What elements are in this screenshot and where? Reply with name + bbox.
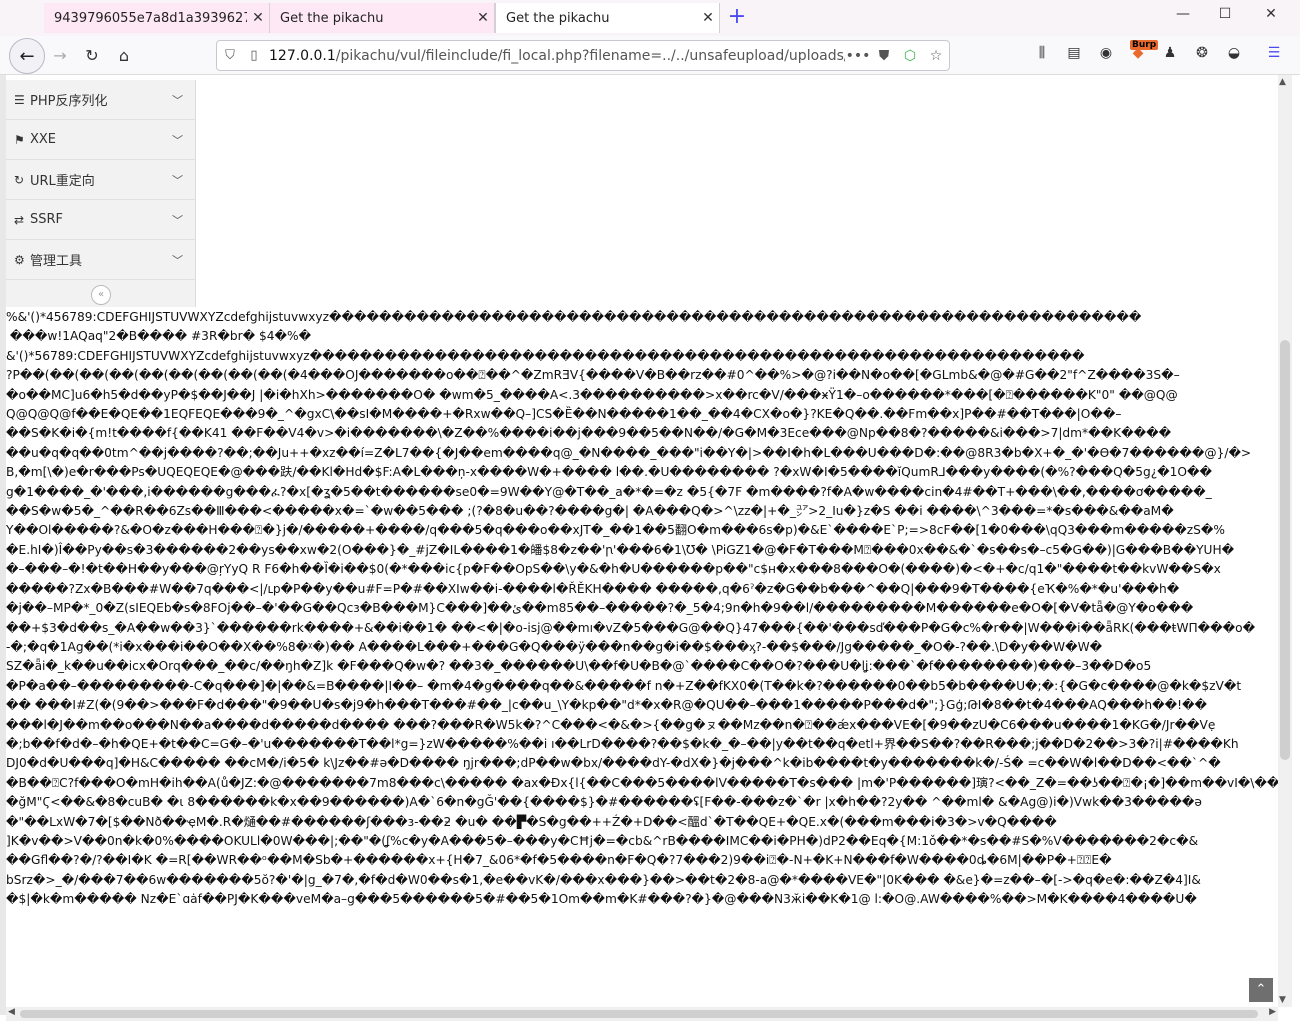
chevron-down-icon: ﹀ bbox=[172, 94, 183, 107]
menu-icon[interactable]: ☰ bbox=[1264, 45, 1284, 65]
binary-file-output: %&'()*456789:CDEFGHIJSTUVWXYZcdefghijstu… bbox=[6, 308, 1278, 1004]
binary-line: ��u�q�q��0tm^��j����?��;��Ju++�xz��í=Z�L… bbox=[6, 445, 1252, 460]
scroll-down-icon[interactable]: ▼ bbox=[1279, 995, 1286, 1005]
tab-pikachu-active[interactable]: Get the pikachu ✕ bbox=[495, 3, 720, 33]
bookmark-star-icon[interactable]: ☆ bbox=[923, 48, 949, 64]
binary-line: ���l�J��m��o���N��a����d�����d���� ���?�… bbox=[6, 717, 1216, 732]
binary-line: %&'()*456789:CDEFGHIJSTUVWXYZcdefghijstu… bbox=[6, 310, 1142, 324]
sidebar-item-label: SSRF bbox=[30, 212, 64, 227]
binary-line: �"��LxW�7�[$��Nð��ҿM�.R�熥��#������ʃ���ɜ-… bbox=[6, 814, 1057, 829]
url-text[interactable]: 127.0.0.1/pikachu/vul/fileinclude/fi_loc… bbox=[265, 48, 845, 64]
cookie-icon[interactable]: ❂ bbox=[1192, 45, 1212, 65]
binary-line: g�1����_�'���,i������g���ፈ?�x[�ʓ�5��t���… bbox=[6, 484, 1212, 499]
binary-line: DJ0�d�U���q]�H&C����� ��cM�/i�5� k\Jz��#… bbox=[6, 756, 1221, 771]
account-icon[interactable]: ◉ bbox=[1096, 45, 1116, 65]
binary-line: bSrz�>_�/���7��6w�������5ŏ?�'�|g_�7�,�f�… bbox=[6, 872, 1201, 887]
vertical-scrollbar[interactable]: ▲ ▼ bbox=[1278, 75, 1292, 1007]
binary-line: B,�m[\�)e�r���Ps�UQEQEQE�@���趺/��Kl�Hd�$… bbox=[6, 465, 1212, 480]
binary-line: �P�a��–���������-C�q���]�|��&=B����|I��–… bbox=[6, 678, 1242, 693]
sidebar-icon[interactable]: ▤ bbox=[1064, 45, 1084, 65]
binary-line: SZ�ǟi�_k��u��icx�Orq���_��c/��ŋh�Z]k �F�… bbox=[6, 659, 1152, 674]
reload-icon[interactable]: ↻ bbox=[81, 44, 103, 66]
binary-line: �ğM"Ϛ<��&�8�cuB� �ɩ 8������k�x��9������)… bbox=[6, 795, 1202, 810]
maximize-icon[interactable]: ☐ bbox=[1202, 6, 1248, 22]
binary-line: �E.hI�)Î��Py��s�3������2��ys��xw�2(O���}… bbox=[6, 542, 1235, 557]
chevron-down-icon: ﹀ bbox=[172, 134, 183, 147]
tab-title: 9439796055e7a8d1a393962765 bbox=[54, 10, 247, 26]
close-icon[interactable]: ✕ bbox=[247, 10, 269, 26]
sidebar-collapse-button[interactable]: « bbox=[91, 285, 111, 305]
sidebar-item-label: 管理工具 bbox=[30, 254, 83, 269]
user-agent-icon[interactable]: ♟ bbox=[1160, 45, 1180, 65]
home-icon[interactable]: ⌂ bbox=[113, 44, 135, 66]
page-icon: ▯ bbox=[250, 48, 258, 63]
sidebar-item-url-redirect[interactable]: ↻ URL重定向 ﹀ bbox=[6, 160, 195, 200]
url-bar[interactable]: ⛉ ▯ 127.0.0.1/pikachu/vul/fileinclude/fi… bbox=[216, 40, 950, 71]
sidebar-item-xxe[interactable]: ⚑ XXE ﹀ bbox=[6, 120, 195, 160]
hexagon-extension-icon[interactable]: ⬡ bbox=[897, 48, 923, 64]
tab-hash[interactable]: 9439796055e7a8d1a393962765 ✕ bbox=[44, 3, 270, 33]
sidebar-item-label: XXE bbox=[30, 132, 57, 147]
chevron-down-icon: ﹀ bbox=[172, 174, 183, 187]
binary-line: Y��Ol�����?&�O�z���H���⍰�}j�/�����+����/… bbox=[6, 523, 1225, 538]
sidebar-item-php-unserialize[interactable]: ☰ PHP反序列化 ﹀ bbox=[6, 80, 195, 120]
binary-line: ��S�w�5�_^��R��6Zs��Ⅲ���<�����x�=`�w��5�… bbox=[6, 504, 1174, 519]
scroll-up-icon[interactable]: ▲ bbox=[1279, 77, 1286, 87]
minimize-icon[interactable]: — bbox=[1160, 6, 1206, 22]
close-icon[interactable]: ✕ bbox=[472, 10, 494, 26]
back-arrow-icon[interactable]: ← bbox=[9, 38, 45, 74]
tab-strip: 9439796055e7a8d1a393962765 ✕ Get the pik… bbox=[0, 0, 1300, 36]
chevron-down-icon: ﹀ bbox=[172, 254, 183, 267]
close-icon[interactable]: ✕ bbox=[697, 10, 719, 26]
sidebar-item-label: PHP反序列化 bbox=[30, 94, 108, 109]
window-close-icon[interactable]: ✕ bbox=[1248, 6, 1294, 22]
horizontal-scroll-thumb[interactable] bbox=[20, 1010, 1258, 1018]
pocket-icon[interactable]: ⛊ bbox=[871, 48, 897, 64]
more-icon[interactable]: ••• bbox=[845, 48, 871, 64]
navigation-bar: ← → ↻ ⌂ ⛉ ▯ 127.0.0.1/pikachu/vul/filein… bbox=[0, 36, 1300, 75]
sidebar-item-label: URL重定向 bbox=[30, 174, 95, 189]
binary-line: -�;�q�1Ag��(*i�x���i��O��X��%8�ᵡ�)�� A��… bbox=[6, 639, 1103, 654]
hat-icon[interactable]: ◒ bbox=[1224, 45, 1244, 65]
library-icon[interactable]: ⫼ bbox=[1032, 45, 1052, 65]
shield-icon[interactable]: ⛉ bbox=[217, 48, 243, 63]
tab-title: Get the pikachu bbox=[280, 10, 384, 26]
tab-pikachu-1[interactable]: Get the pikachu ✕ bbox=[270, 3, 495, 33]
binary-line: �B��⍰C?f���O�mH�ih��A(ů�JZ:�@�������7m8�… bbox=[6, 775, 1278, 790]
binary-line: ��S�K�i�{m!t����f{��K41 ��F��V4�v>�i����… bbox=[6, 426, 1172, 441]
exchange-icon: ⇄ bbox=[14, 212, 25, 227]
forward-arrow-icon[interactable]: → bbox=[49, 44, 71, 66]
scroll-right-icon[interactable]: ▶ bbox=[1269, 1007, 1276, 1017]
binary-line: �o��MC]u6�h5�d��yP�$��J��J |�i�hXh>�����… bbox=[6, 387, 1178, 402]
binary-line: �;b��f�d�–�h�QE+�t��C=G�–�'u�������T��l*… bbox=[6, 736, 1239, 751]
gear-icon: ⚙ bbox=[14, 252, 25, 267]
sidebar-item-admin-tools[interactable]: ⚙ 管理工具 ﹀ bbox=[6, 240, 195, 280]
chevron-down-icon: ﹀ bbox=[172, 214, 183, 227]
tab-title: Get the pikachu bbox=[506, 10, 610, 26]
binary-line: &'()*56789:CDEFGHIJSTUVWXYZcdefghijstuvw… bbox=[6, 348, 1085, 363]
flag-icon: ⚑ bbox=[14, 132, 25, 147]
burp-badge: Burp bbox=[1130, 40, 1159, 50]
sidebar-item-ssrf[interactable]: ⇄ SSRF ﹀ bbox=[6, 200, 195, 240]
back-to-top-button[interactable]: ⌃ bbox=[1249, 978, 1273, 1002]
binary-line: ���w!1AQaq"2�B���� #3R�br� $4�%� bbox=[6, 329, 312, 344]
binary-line: �����?Zx�B���#W��7q���<|/ւp�P��y��u#F=P�… bbox=[6, 581, 1180, 596]
binary-line: ��Gfl��?�/?��I�K �=R[��WR��ᵒ��M�Sb�+����… bbox=[6, 853, 1112, 868]
scroll-left-icon[interactable]: ◀ bbox=[8, 1007, 15, 1017]
binary-line: ]K�v��>V��0n�k�0%����OKULl�0W���|;��"�(ʆ… bbox=[6, 833, 1199, 848]
sidebar: ☰ PHP反序列化 ﹀ ⚑ XXE ﹀ ↻ URL重定向 ﹀ ⇄ SSRF ﹀ … bbox=[6, 80, 196, 307]
binary-line: �–���–�!�t��H��y���@ŗYyQ R F6�h��Ȉ�i��$0… bbox=[6, 562, 1221, 577]
refresh-icon: ↻ bbox=[14, 172, 25, 187]
vertical-scroll-thumb[interactable] bbox=[1280, 340, 1290, 760]
binary-line: �j��–MP�*_0�Z(sIEQEb�s�8FOj��–�'��G��Qcз… bbox=[6, 601, 1194, 616]
binary-line: �� ���I#Z(�(9��>���F�d���"�9��U�s�j9�h��… bbox=[6, 698, 1207, 713]
list-icon: ☰ bbox=[14, 92, 25, 107]
binary-line: �$|�k�m����� Nz�E`ɑȧf��PJ�K���veM�a–g���… bbox=[6, 892, 1197, 907]
binary-line: Q@Q@Q@f��E�QE��1EQFEQE���9�_^�gxC\��sI�M… bbox=[6, 407, 1122, 422]
new-tab-button[interactable]: + bbox=[727, 3, 747, 33]
binary-line: ?P��(��(��(��(��(��(��(��(��(�4���OJ����… bbox=[6, 368, 1180, 383]
binary-line: ��+$3�d��s_�A��w��3}`������rk����+&��i��… bbox=[6, 620, 1256, 635]
horizontal-scrollbar[interactable]: ◀ ▶ bbox=[6, 1007, 1278, 1021]
